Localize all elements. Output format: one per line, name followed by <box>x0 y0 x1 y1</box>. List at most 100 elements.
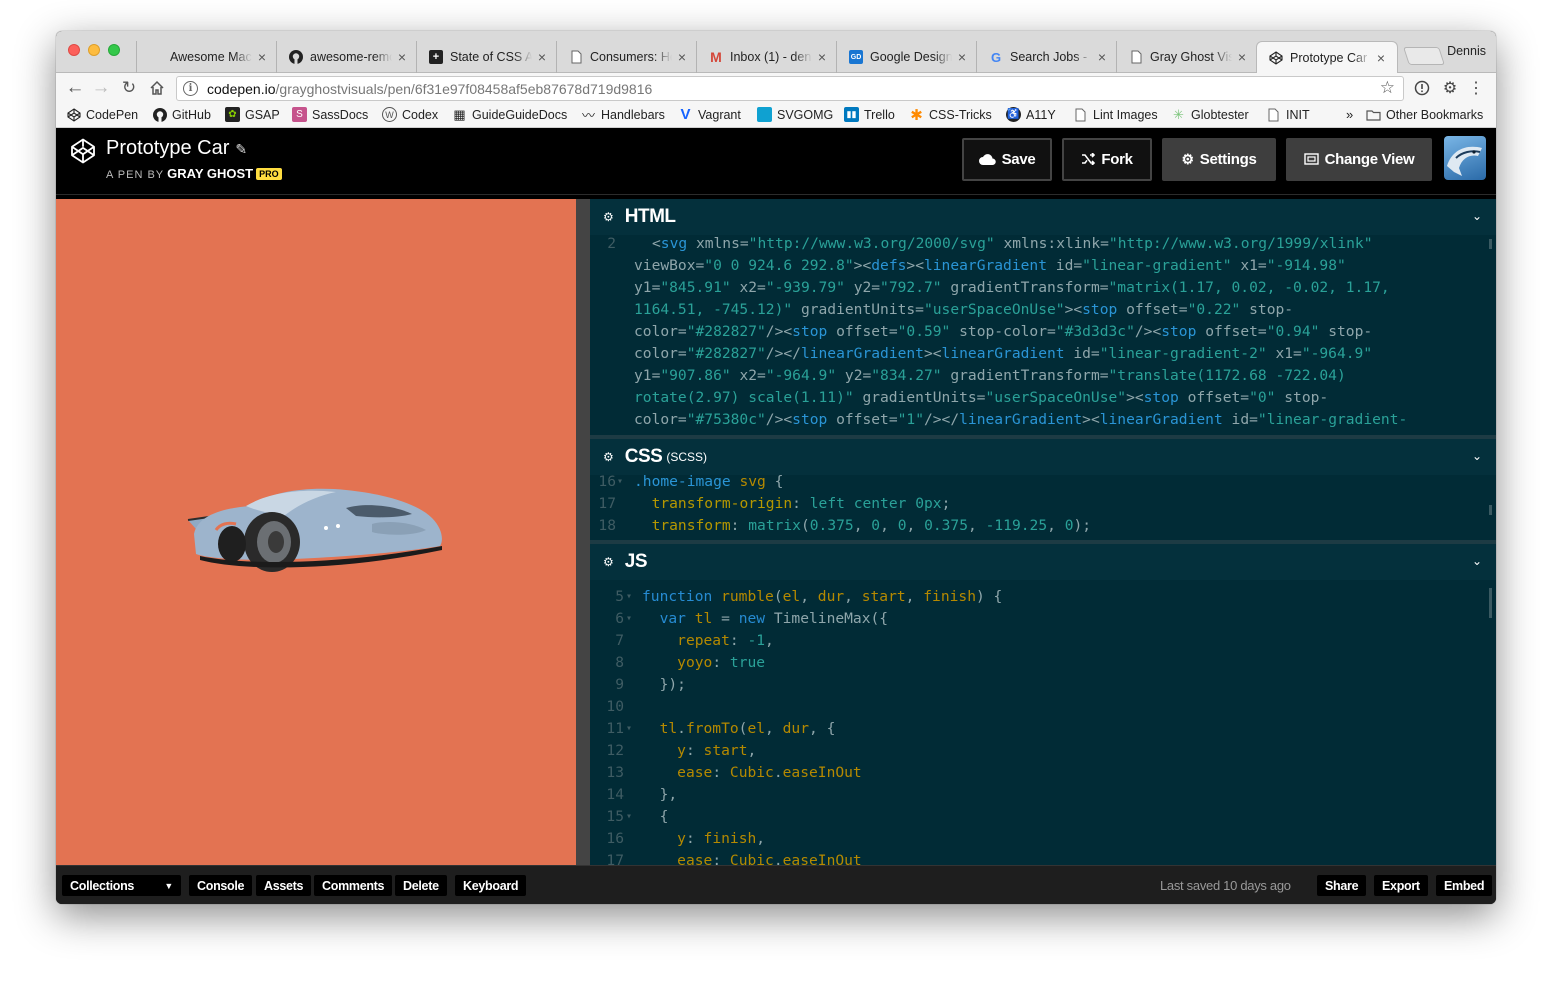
save-button[interactable]: Save <box>962 138 1052 181</box>
browser-tab[interactable]: G Search Jobs - × <box>976 41 1118 73</box>
page-icon <box>569 50 583 64</box>
scrollbar[interactable] <box>1489 239 1492 249</box>
browser-tab[interactable]: Consumers: How × <box>556 41 698 73</box>
svgomg-icon <box>757 107 772 122</box>
pen-title[interactable]: Prototype Car ✎ <box>106 137 247 160</box>
close-icon[interactable]: × <box>1096 49 1108 65</box>
bookmark-item[interactable]: ✿ GSAP <box>225 107 280 122</box>
chevron-down-icon[interactable]: ⌄ <box>1472 449 1482 463</box>
fork-button[interactable]: Fork <box>1062 138 1152 181</box>
export-button[interactable]: Export <box>1374 875 1428 896</box>
fold-icon[interactable]: ▾ <box>617 471 623 493</box>
close-icon[interactable]: × <box>536 49 548 65</box>
browser-tab[interactable]: Awesome Mac × <box>136 41 278 73</box>
bookmark-item[interactable]: ✳ Globtester <box>1171 107 1249 122</box>
byline-prefix: A PEN BY <box>106 169 165 181</box>
minimize-window-button[interactable] <box>88 44 100 56</box>
back-icon[interactable]: ← <box>64 77 86 99</box>
fold-icon[interactable]: ▾ <box>626 718 632 740</box>
bookmark-item[interactable]: SVGOMG <box>757 107 833 122</box>
bookmark-item[interactable]: ▦ GuideGuideDocs <box>452 107 567 122</box>
browser-tab-active[interactable]: Prototype Car × <box>1256 41 1398 74</box>
html-editor[interactable]: ⚙ HTML ⌄ 2 <svg xmlns="http://www.w3.org… <box>590 199 1496 435</box>
bookmark-item[interactable]: 〰 Handlebars <box>581 107 665 124</box>
bookmark-item[interactable]: GitHub <box>152 107 211 122</box>
menu-icon[interactable]: ⋮ <box>1466 78 1486 98</box>
collections-dropdown[interactable]: Collections ▼ <box>62 875 181 896</box>
gmail-icon: M <box>710 49 722 65</box>
close-icon[interactable]: × <box>1375 50 1387 66</box>
line-number: 5 <box>615 588 624 605</box>
browser-tab[interactable]: Gray Ghost Visuals × <box>1116 41 1258 73</box>
bookmark-item[interactable]: V Vagrant <box>678 106 740 123</box>
resize-handle[interactable] <box>576 199 590 865</box>
extension-gear-icon[interactable]: ⚙ <box>1440 78 1460 98</box>
fold-icon[interactable]: ▾ <box>626 586 632 608</box>
close-icon[interactable]: × <box>1236 49 1248 65</box>
js-editor-title: JS <box>624 551 648 572</box>
url-input[interactable]: i codepen.io/grayghostvisuals/pen/6f31e9… <box>176 76 1404 101</box>
settings-button[interactable]: ⚙ Settings <box>1162 138 1276 181</box>
bookmark-label: Other Bookmarks <box>1386 107 1484 122</box>
bookmark-item[interactable]: ✱ CSS-Tricks <box>909 107 992 124</box>
chevron-down-icon[interactable]: ⌄ <box>1472 209 1482 223</box>
share-button[interactable]: Share <box>1317 875 1367 896</box>
tab-title: Inbox (1) - dennis <box>730 50 812 64</box>
user-avatar[interactable] <box>1444 136 1486 180</box>
new-tab-button[interactable] <box>1403 47 1445 65</box>
browser-tab[interactable]: GD Google Design × <box>836 41 978 73</box>
reload-icon[interactable]: ↻ <box>118 77 140 99</box>
bookmark-item[interactable]: ♿ A11Y <box>1006 107 1056 122</box>
assets-button[interactable]: Assets <box>256 875 312 896</box>
browser-tab[interactable]: M Inbox (1) - dennis × <box>696 41 838 73</box>
browser-tab[interactable]: awesome-remote × <box>276 41 418 73</box>
console-button[interactable]: Console <box>189 875 253 896</box>
bookmark-item[interactable]: ▮▮ Trello <box>844 107 895 122</box>
change-view-button[interactable]: Change View <box>1286 138 1432 181</box>
js-editor[interactable]: ⚙ JS ⌄ 5 ▾ function rumble(el, dur, star… <box>590 544 1496 865</box>
info-icon[interactable]: i <box>183 81 198 96</box>
delete-button[interactable]: Delete <box>395 875 447 896</box>
bookmark-item[interactable]: CodePen <box>66 107 138 122</box>
css-editor-header: ⚙ CSS (SCSS) ⌄ <box>590 439 1496 475</box>
maximize-window-button[interactable] <box>108 44 120 56</box>
close-icon[interactable]: × <box>256 49 268 65</box>
close-icon[interactable]: × <box>956 49 968 65</box>
author-link[interactable]: GRAY GHOST <box>167 166 253 181</box>
bookmark-star-icon[interactable]: ☆ <box>1380 78 1395 98</box>
home-icon[interactable] <box>146 77 168 99</box>
gsap-icon: ✿ <box>225 107 240 122</box>
close-icon[interactable]: × <box>816 49 828 65</box>
css-editor[interactable]: ⚙ CSS (SCSS) ⌄ 16 ▾ .home-image svg { 17… <box>590 439 1496 540</box>
close-icon[interactable]: × <box>396 49 408 65</box>
profile-name[interactable]: Dennis <box>1447 44 1486 58</box>
bookmark-label: GitHub <box>172 107 211 122</box>
close-icon[interactable]: × <box>676 49 688 65</box>
gear-icon[interactable]: ⚙ <box>603 450 614 464</box>
forward-icon[interactable]: → <box>90 77 112 99</box>
browser-tab[interactable]: + State of CSS Art × <box>416 41 558 73</box>
bookmark-item[interactable]: W Codex <box>382 107 438 122</box>
pencil-icon[interactable]: ✎ <box>235 141 247 157</box>
bookmark-item[interactable]: S SassDocs <box>292 107 368 122</box>
chevron-down-icon[interactable]: ⌄ <box>1472 554 1482 568</box>
codepen-logo-icon[interactable] <box>70 138 96 164</box>
bookmark-item[interactable]: Lint Images <box>1073 107 1158 122</box>
bookmark-item[interactable]: INIT <box>1266 107 1310 122</box>
embed-button[interactable]: Embed <box>1436 875 1493 896</box>
keyboard-button[interactable]: Keyboard <box>455 875 527 896</box>
gear-icon[interactable]: ⚙ <box>603 210 614 224</box>
scrollbar[interactable] <box>1489 505 1492 515</box>
trello-icon: ▮▮ <box>844 107 859 122</box>
scrollbar[interactable] <box>1489 588 1492 618</box>
fold-icon[interactable]: ▾ <box>626 806 632 828</box>
close-window-button[interactable] <box>68 44 80 56</box>
extension-info-icon[interactable] <box>1412 78 1432 98</box>
url-path: /grayghostvisuals/pen/6f31e97f08458af5eb… <box>275 80 653 97</box>
bookmarks-overflow-button[interactable]: » <box>1346 107 1353 122</box>
cloud-icon <box>978 152 996 168</box>
comments-button[interactable]: Comments <box>314 875 393 896</box>
other-bookmarks[interactable]: Other Bookmarks <box>1366 107 1483 122</box>
gear-icon[interactable]: ⚙ <box>603 555 614 569</box>
fold-icon[interactable]: ▾ <box>626 608 632 630</box>
